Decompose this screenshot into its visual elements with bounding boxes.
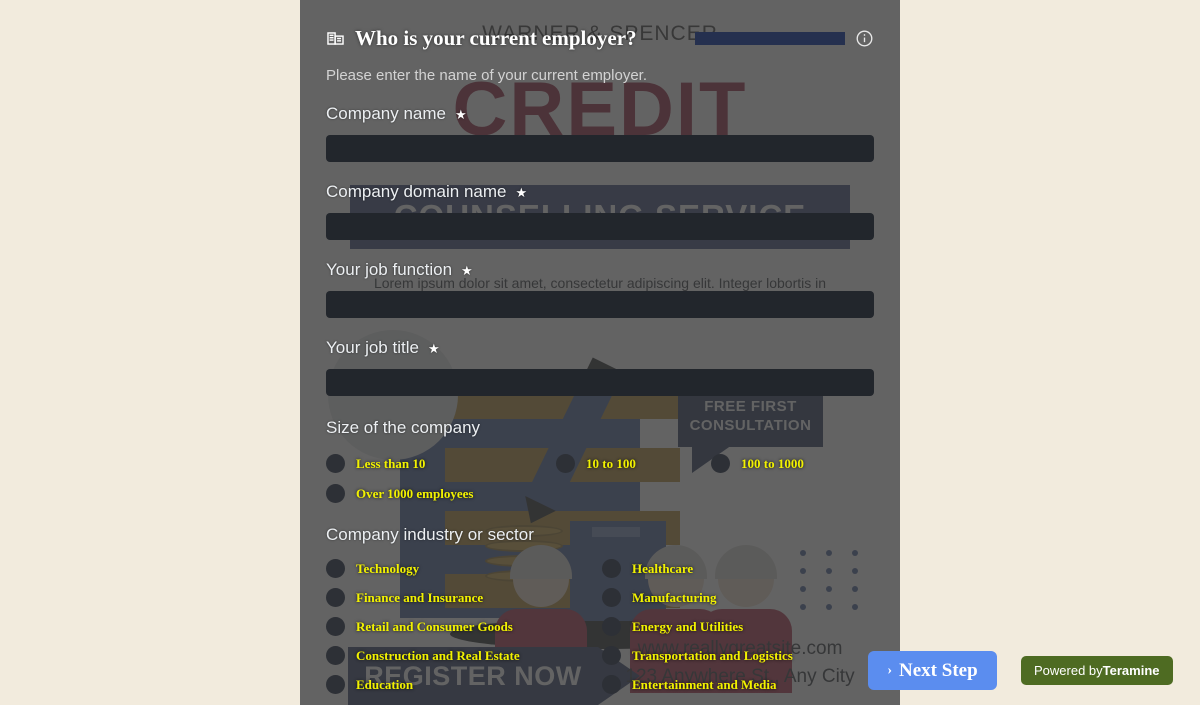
radio-label: Manufacturing — [632, 589, 717, 605]
radio-label: Construction and Real Estate — [356, 647, 520, 663]
company-size-options: Less than 10 10 to 100 100 to 1000 Over … — [326, 454, 874, 503]
radio-option-technology[interactable]: Technology — [326, 559, 602, 578]
radio-dot[interactable] — [602, 646, 621, 665]
radio-label: Retail and Consumer Goods — [356, 618, 513, 634]
radio-dot[interactable] — [326, 646, 345, 665]
radio-option-education[interactable]: Education — [326, 675, 602, 694]
required-marker: ★ — [461, 262, 473, 278]
radio-dot[interactable] — [711, 454, 730, 473]
radio-option-over-1000-employees[interactable]: Over 1000 employees — [326, 484, 556, 503]
field-label: Your job function ★ — [326, 260, 874, 280]
radio-option-less-than-10[interactable]: Less than 10 — [326, 454, 556, 473]
group-company-industry: Company industry or sector Technology He… — [326, 525, 874, 694]
radio-row: Less than 10 10 to 100 100 to 1000 — [326, 454, 874, 473]
field-company-name: Company name ★ — [326, 104, 874, 162]
company-building-icon — [327, 32, 344, 45]
radio-dot[interactable] — [602, 675, 621, 694]
field-company-domain-name: Company domain name ★ — [326, 182, 874, 240]
radio-option-transportation-and-logistics[interactable]: Transportation and Logistics — [602, 646, 874, 665]
radio-option-100-to-1000[interactable]: 100 to 1000 — [711, 454, 874, 473]
progress-bar-fill — [695, 32, 845, 45]
radio-option-finance-and-insurance[interactable]: Finance and Insurance — [326, 588, 602, 607]
radio-option-retail-and-consumer-goods[interactable]: Retail and Consumer Goods — [326, 617, 602, 636]
field-label-text: Company domain name — [326, 182, 507, 201]
group-title: Company industry or sector — [326, 525, 534, 544]
radio-label: Over 1000 employees — [356, 485, 474, 501]
radio-row: Over 1000 employees — [326, 484, 874, 503]
radio-label: Finance and Insurance — [356, 589, 484, 605]
company-domain-name-input[interactable] — [326, 213, 874, 240]
radio-label: Healthcare — [632, 560, 694, 576]
radio-label: Energy and Utilities — [632, 618, 744, 634]
radio-label: 10 to 100 — [586, 455, 636, 471]
progress-bar — [695, 32, 845, 45]
group-company-size: Size of the company Less than 10 10 to 1… — [326, 418, 874, 503]
field-label-text: Your job title — [326, 338, 419, 357]
radio-label: Technology — [356, 560, 420, 576]
radio-option-entertainment-and-media[interactable]: Entertainment and Media — [602, 675, 874, 694]
powered-by-badge[interactable]: Powered by Teramine — [1021, 656, 1173, 685]
next-step-label: Next Step — [899, 659, 978, 681]
radio-dot[interactable] — [326, 454, 345, 473]
company-industry-options: Technology Healthcare Finance and Insura… — [326, 559, 874, 694]
field-label-text: Your job function — [326, 260, 453, 279]
field-label: Company name ★ — [326, 104, 874, 124]
required-marker: ★ — [427, 340, 440, 356]
radio-label: 100 to 1000 — [741, 455, 804, 471]
job-title-input[interactable] — [326, 369, 874, 396]
chevron-right-icon: › — [887, 662, 893, 678]
radio-label: Entertainment and Media — [632, 676, 777, 692]
employer-question-modal: Who is your current employer? Please ent… — [300, 0, 900, 705]
company-name-input[interactable] — [326, 135, 874, 162]
radio-label: Transportation and Logistics — [632, 647, 793, 663]
radio-dot[interactable] — [326, 617, 345, 636]
powered-by-prefix: Powered by — [1034, 663, 1103, 678]
radio-dot[interactable] — [602, 617, 621, 636]
radio-option-10-to-100[interactable]: 10 to 100 — [556, 454, 711, 473]
field-job-function: Your job function ★ — [326, 260, 874, 318]
radio-dot[interactable] — [326, 484, 345, 503]
radio-option-healthcare[interactable]: Healthcare — [602, 559, 874, 578]
radio-option-construction-and-real-estate[interactable]: Construction and Real Estate — [326, 646, 602, 665]
modal-subtitle: Please enter the name of your current em… — [326, 67, 648, 84]
group-title: Size of the company — [326, 418, 481, 437]
radio-dot[interactable] — [602, 559, 621, 578]
modal-header: Who is your current employer? — [326, 0, 874, 51]
page-title: Who is your current employer? — [355, 26, 637, 50]
radio-dot[interactable] — [326, 588, 345, 607]
radio-label: Education — [356, 676, 414, 692]
next-step-button[interactable]: › Next Step — [868, 651, 997, 690]
radio-dot[interactable] — [602, 588, 621, 607]
radio-dot[interactable] — [556, 454, 575, 473]
field-label: Your job title ★ — [326, 338, 874, 358]
required-marker: ★ — [455, 106, 467, 122]
radio-option-manufacturing[interactable]: Manufacturing — [602, 588, 874, 607]
field-label: Company domain name ★ — [326, 182, 874, 202]
job-function-input[interactable] — [326, 291, 874, 318]
radio-label: Less than 10 — [356, 455, 426, 471]
radio-dot[interactable] — [326, 559, 345, 578]
powered-by-brand: Teramine — [1102, 663, 1160, 678]
field-label-text: Company name — [326, 104, 447, 123]
radio-option-energy-and-utilities[interactable]: Energy and Utilities — [602, 617, 874, 636]
field-job-title: Your job title ★ — [326, 338, 874, 396]
required-marker: ★ — [515, 184, 528, 200]
radio-dot[interactable] — [326, 675, 345, 694]
info-icon[interactable] — [855, 29, 874, 48]
